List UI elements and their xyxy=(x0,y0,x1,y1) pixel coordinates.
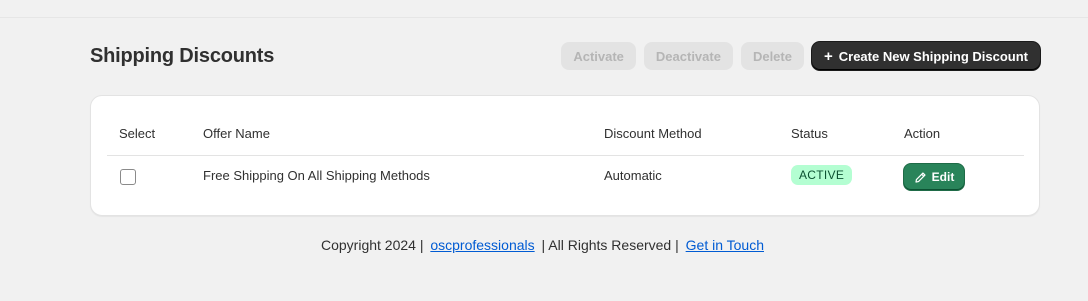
offer-name-cell: Free Shipping On All Shipping Methods xyxy=(203,168,430,183)
page-header: Shipping Discounts Activate Deactivate D… xyxy=(90,42,1040,70)
create-discount-label: Create New Shipping Discount xyxy=(838,48,1028,64)
page-title: Shipping Discounts xyxy=(90,44,275,67)
plus-icon: + xyxy=(823,47,833,65)
edit-button[interactable]: Edit xyxy=(904,164,964,190)
deactivate-button[interactable]: Deactivate xyxy=(643,42,733,70)
status-badge: ACTIVE xyxy=(791,165,853,185)
header-discount-method: Discount Method xyxy=(604,126,702,141)
copyright-text: Copyright 2024 | xyxy=(320,237,424,253)
bulk-actions: Activate Deactivate Delete + Create New … xyxy=(561,42,1040,70)
top-divider xyxy=(0,17,1088,18)
activate-button[interactable]: Activate xyxy=(561,42,636,70)
page-footer: Copyright 2024 | oscprofessionals | All … xyxy=(0,237,1088,253)
header-offer-name: Offer Name xyxy=(203,126,270,141)
discounts-card: Select Offer Name Discount Method Status… xyxy=(90,95,1040,216)
header-action: Action xyxy=(904,126,941,141)
create-discount-button[interactable]: + Create New Shipping Discount xyxy=(811,42,1040,70)
pencil-icon xyxy=(915,171,926,183)
delete-button[interactable]: Delete xyxy=(740,42,804,70)
edit-label: Edit xyxy=(931,170,955,184)
header-select: Select xyxy=(119,126,156,141)
header-status: Status xyxy=(791,126,828,141)
table-header: Select Offer Name Discount Method Status… xyxy=(107,112,1024,156)
rights-text: | All Rights Reserved | xyxy=(541,237,679,253)
contact-link[interactable]: Get in Touch xyxy=(686,237,764,253)
row-select-checkbox[interactable] xyxy=(120,169,136,185)
table-row: Free Shipping On All Shipping Methods Au… xyxy=(107,156,1024,199)
discounts-table: Select Offer Name Discount Method Status… xyxy=(107,112,1024,199)
company-link[interactable]: oscprofessionals xyxy=(430,237,534,253)
discount-method-cell: Automatic xyxy=(604,168,662,183)
